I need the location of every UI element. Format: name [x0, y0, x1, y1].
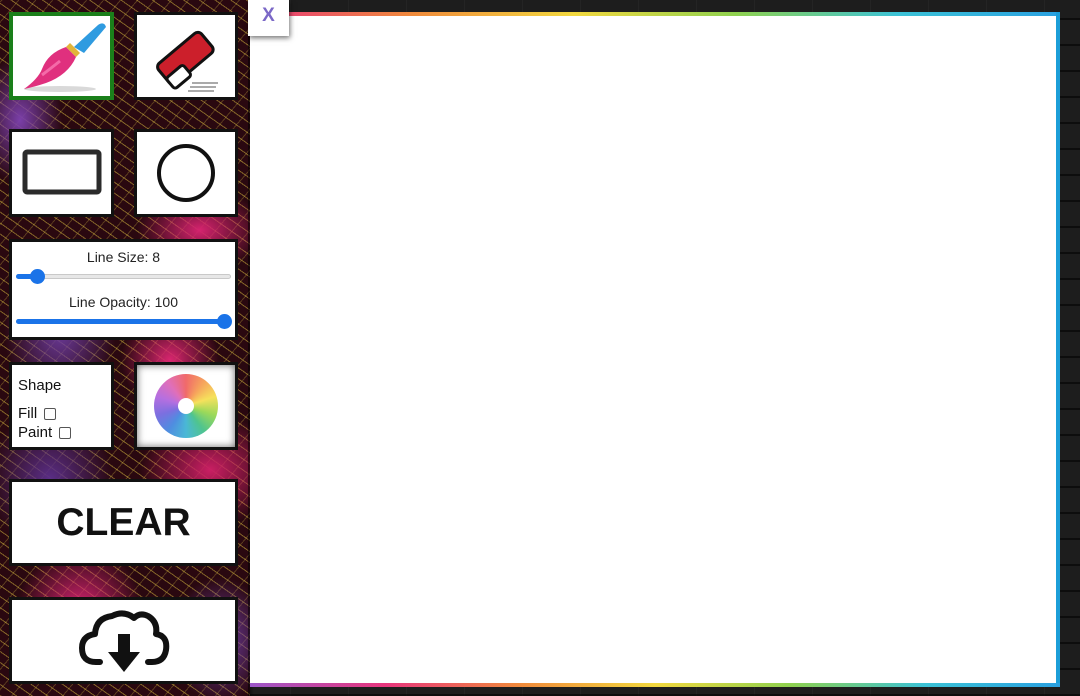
circle-icon — [157, 144, 215, 202]
paint-option: Paint — [18, 423, 111, 442]
tool-sidebar: Line Size: 8 Line Opacity: 100 Shape Fil… — [0, 0, 254, 696]
line-settings-panel: Line Size: 8 Line Opacity: 100 — [9, 239, 238, 340]
color-picker-button[interactable] — [134, 362, 238, 450]
paintbrush-icon — [23, 23, 106, 92]
line-opacity-thumb[interactable] — [217, 314, 232, 329]
cloud-download-icon — [78, 609, 169, 672]
line-opacity-fill — [16, 319, 224, 324]
line-size-thumb[interactable] — [30, 269, 46, 284]
line-opacity-slider[interactable] — [16, 314, 232, 329]
drawing-canvas[interactable] — [250, 16, 1056, 683]
close-button[interactable]: X — [248, 0, 289, 36]
line-size-label: Line Size: 8 — [86, 249, 161, 265]
eraser-icon — [156, 30, 218, 92]
canvas-right-border — [1056, 12, 1060, 687]
line-size-track — [16, 274, 231, 279]
color-wheel-icon — [154, 374, 218, 438]
paint-label: Paint — [18, 424, 53, 441]
clear-button[interactable]: CLEAR — [9, 479, 238, 566]
fill-label: Fill — [18, 405, 38, 422]
rectangle-icon — [22, 149, 101, 195]
rectangle-tool-button[interactable] — [9, 129, 114, 217]
circle-tool-button[interactable] — [134, 129, 238, 217]
drawing-area — [250, 12, 1060, 687]
line-size-slider[interactable] — [16, 269, 231, 284]
shape-options-title: Shape — [18, 377, 62, 394]
download-button[interactable] — [9, 597, 238, 684]
fill-option: Fill — [18, 404, 111, 423]
eraser-tool-button[interactable] — [134, 12, 238, 100]
brush-tool-button[interactable] — [9, 12, 114, 100]
shape-options-panel: Shape Fill Paint — [9, 362, 114, 450]
paint-checkbox[interactable] — [59, 426, 72, 439]
fill-checkbox[interactable] — [44, 407, 57, 420]
canvas-bottom-border — [250, 683, 1060, 687]
line-opacity-label: Line Opacity: 100 — [69, 294, 178, 310]
